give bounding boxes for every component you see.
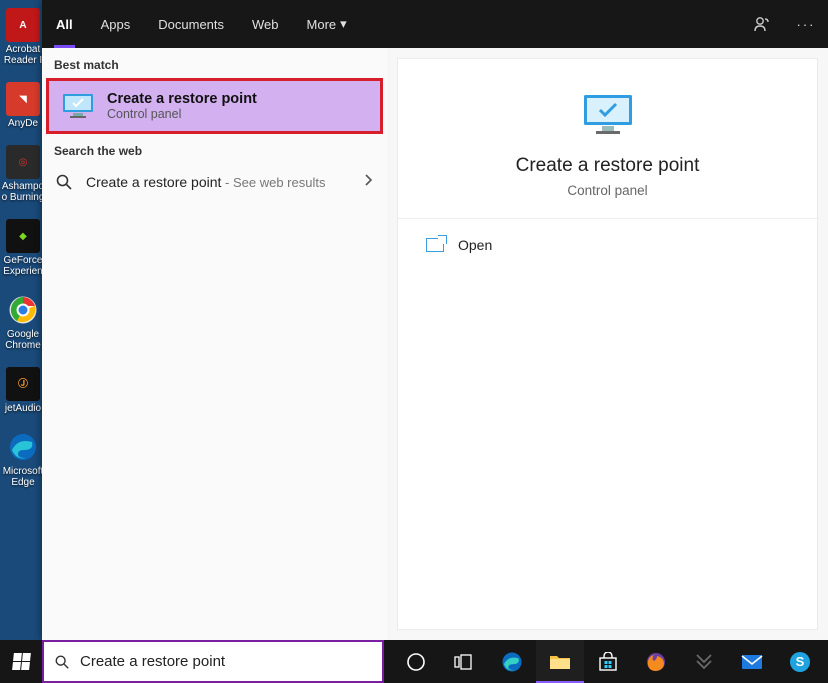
best-match-result[interactable]: Create a restore point Control panel <box>46 78 383 134</box>
desktop-icon-acrobat[interactable]: A Acrobat Reader I <box>1 8 45 66</box>
svg-text:S: S <box>796 654 805 669</box>
cortana-button[interactable] <box>392 640 440 683</box>
edge-icon <box>501 651 523 673</box>
monitor-icon <box>61 91 95 121</box>
mail-button[interactable] <box>728 640 776 683</box>
firefox-icon <box>645 651 667 673</box>
chevron-right-icon[interactable] <box>363 173 375 191</box>
store-icon <box>598 652 618 672</box>
tab-documents[interactable]: Documents <box>144 0 238 48</box>
preview-pane: Create a restore point Control panel Ope… <box>397 58 818 630</box>
tab-apps[interactable]: Apps <box>87 0 145 48</box>
desktop-icon-chrome[interactable]: Google Chrome <box>1 293 45 351</box>
preview-subtitle: Control panel <box>567 183 647 198</box>
result-subtitle: Control panel <box>107 107 257 121</box>
mail-icon <box>741 653 763 671</box>
desktop-icons-column: A Acrobat Reader I ◥ AnyDe ◎ Ashampoo Bu… <box>0 0 46 640</box>
predator-icon <box>693 653 715 671</box>
taskbar-pinned-apps: S <box>392 640 824 683</box>
desktop-icon-anydesk[interactable]: ◥ AnyDe <box>1 82 45 129</box>
skype-button[interactable]: S <box>776 640 824 683</box>
desktop-icon-geforce[interactable]: ◆ GeForce Experien <box>1 219 45 277</box>
open-action[interactable]: Open <box>398 227 817 263</box>
monitor-large-icon <box>578 91 638 141</box>
firefox-button[interactable] <box>632 640 680 683</box>
chevron-down-icon: ▾ <box>340 16 347 32</box>
store-button[interactable] <box>584 640 632 683</box>
open-label: Open <box>458 237 492 253</box>
preview-actions: Open <box>398 219 817 271</box>
start-button[interactable] <box>0 640 42 683</box>
tab-web[interactable]: Web <box>238 0 293 48</box>
results-list: Best match Create a restore point Contro… <box>42 48 387 640</box>
predator-button[interactable] <box>680 640 728 683</box>
ellipsis-icon: ··· <box>797 17 816 32</box>
search-tabs: All Apps Documents Web More▾ ··· <box>42 0 828 48</box>
taskbar-search-input[interactable] <box>80 653 372 670</box>
search-web-label: Search the web <box>42 134 387 164</box>
start-search-panel: All Apps Documents Web More▾ ··· Best ma… <box>42 0 828 640</box>
search-icon <box>54 654 70 670</box>
feedback-button[interactable] <box>740 0 784 48</box>
taskview-icon <box>454 654 474 670</box>
taskview-button[interactable] <box>440 640 488 683</box>
web-result-row[interactable]: Create a restore point - See web results <box>42 164 387 200</box>
chrome-icon <box>8 295 38 325</box>
preview-title: Create a restore point <box>516 155 700 177</box>
options-button[interactable]: ··· <box>784 0 828 48</box>
windows-logo-icon <box>12 653 31 670</box>
folder-icon <box>549 652 571 670</box>
search-icon <box>54 172 74 192</box>
desktop-icon-ashampoo[interactable]: ◎ Ashampoo Burning <box>1 145 45 203</box>
taskbar: S <box>0 640 828 683</box>
tab-all[interactable]: All <box>42 0 87 48</box>
tab-more[interactable]: More▾ <box>293 0 361 48</box>
edge-icon <box>8 432 38 462</box>
open-icon <box>426 238 444 252</box>
file-explorer-button[interactable] <box>536 640 584 683</box>
desktop-icon-edge[interactable]: Microsoft Edge <box>1 430 45 488</box>
skype-icon: S <box>789 651 811 673</box>
desktop-icon-jetaudio[interactable]: Ⓙ jetAudio <box>1 367 45 414</box>
edge-taskbar-button[interactable] <box>488 640 536 683</box>
taskbar-search-box[interactable] <box>42 640 384 683</box>
feedback-icon <box>753 15 771 33</box>
best-match-label: Best match <box>42 48 387 78</box>
result-title: Create a restore point <box>107 91 257 107</box>
cortana-icon <box>406 652 426 672</box>
web-result-text: Create a restore point - See web results <box>86 174 325 190</box>
